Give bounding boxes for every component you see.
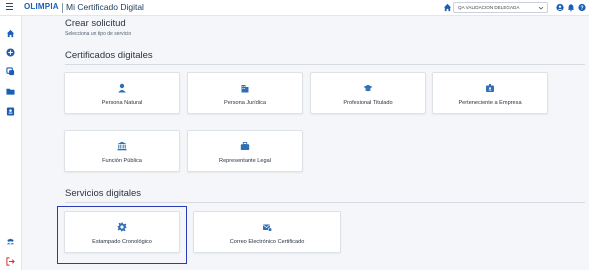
institution-icon [117,141,127,151]
card-label: Perteneciente a Empresa [458,100,522,106]
home-icon[interactable] [443,3,452,12]
organization-select-value: QA VALIDACION DELEGADA [458,5,520,10]
selection-highlight [57,206,187,264]
chevron-down-icon [538,6,544,10]
building-icon [241,85,249,93]
card-label: Profesional Titulado [343,100,393,106]
card-profesional-titulado[interactable]: Profesional Titulado [310,72,426,114]
card-persona-natural[interactable]: Persona Natural [64,72,180,114]
top-bar: OLIMPIA Mi Certificado Digital QA VALIDA… [0,0,589,16]
logout-icon[interactable] [6,257,15,266]
add-circle-icon[interactable] [6,48,15,57]
logo-divider [62,3,63,13]
card-representante-legal[interactable]: Representante Legal [187,130,303,172]
page-subtitle: Selecciona un tipo de servicio [65,31,132,37]
sidebar [0,16,22,270]
logo: OLIMPIA [24,2,59,11]
card-funcion-publica[interactable]: Función Pública [64,130,180,172]
card-perteneciente-empresa[interactable]: Perteneciente a Empresa [432,72,548,114]
users-icon[interactable] [6,237,15,246]
menu-icon[interactable] [6,3,13,12]
home-icon[interactable] [6,29,15,38]
svg-text:?: ? [580,5,583,11]
card-label: Representante Legal [219,158,271,164]
user-circle-icon[interactable] [556,3,564,12]
card-label: Función Pública [102,158,142,164]
card-correo-certificado[interactable]: Correo Electrónico Certificado [193,211,341,253]
page-title: Crear solicitud [65,18,126,29]
card-label: Persona Natural [101,100,143,106]
folder-icon[interactable] [6,87,15,96]
organization-select[interactable]: QA VALIDACION DELEGADA [453,2,548,13]
card-persona-juridica[interactable]: Persona Jurídica [187,72,303,114]
bell-icon[interactable] [567,3,575,12]
card-label: Correo Electrónico Certificado [229,239,305,245]
copy-icon[interactable] [6,67,15,76]
person-icon [118,83,126,93]
id-card-icon[interactable] [6,107,15,116]
briefcase-icon [240,142,250,150]
mail-certified-icon [263,224,272,232]
help-icon[interactable]: ? [578,3,586,12]
section-title-certificados: Certificados digitales [65,50,153,61]
app-title: Mi Certificado Digital [66,2,144,12]
section-title-servicios: Servicios digitales [65,188,142,199]
section-divider [65,202,585,203]
graduation-cap-icon [363,84,373,92]
card-label: Persona Jurídica [224,100,266,106]
section-divider [65,64,585,65]
badge-icon [486,84,494,92]
